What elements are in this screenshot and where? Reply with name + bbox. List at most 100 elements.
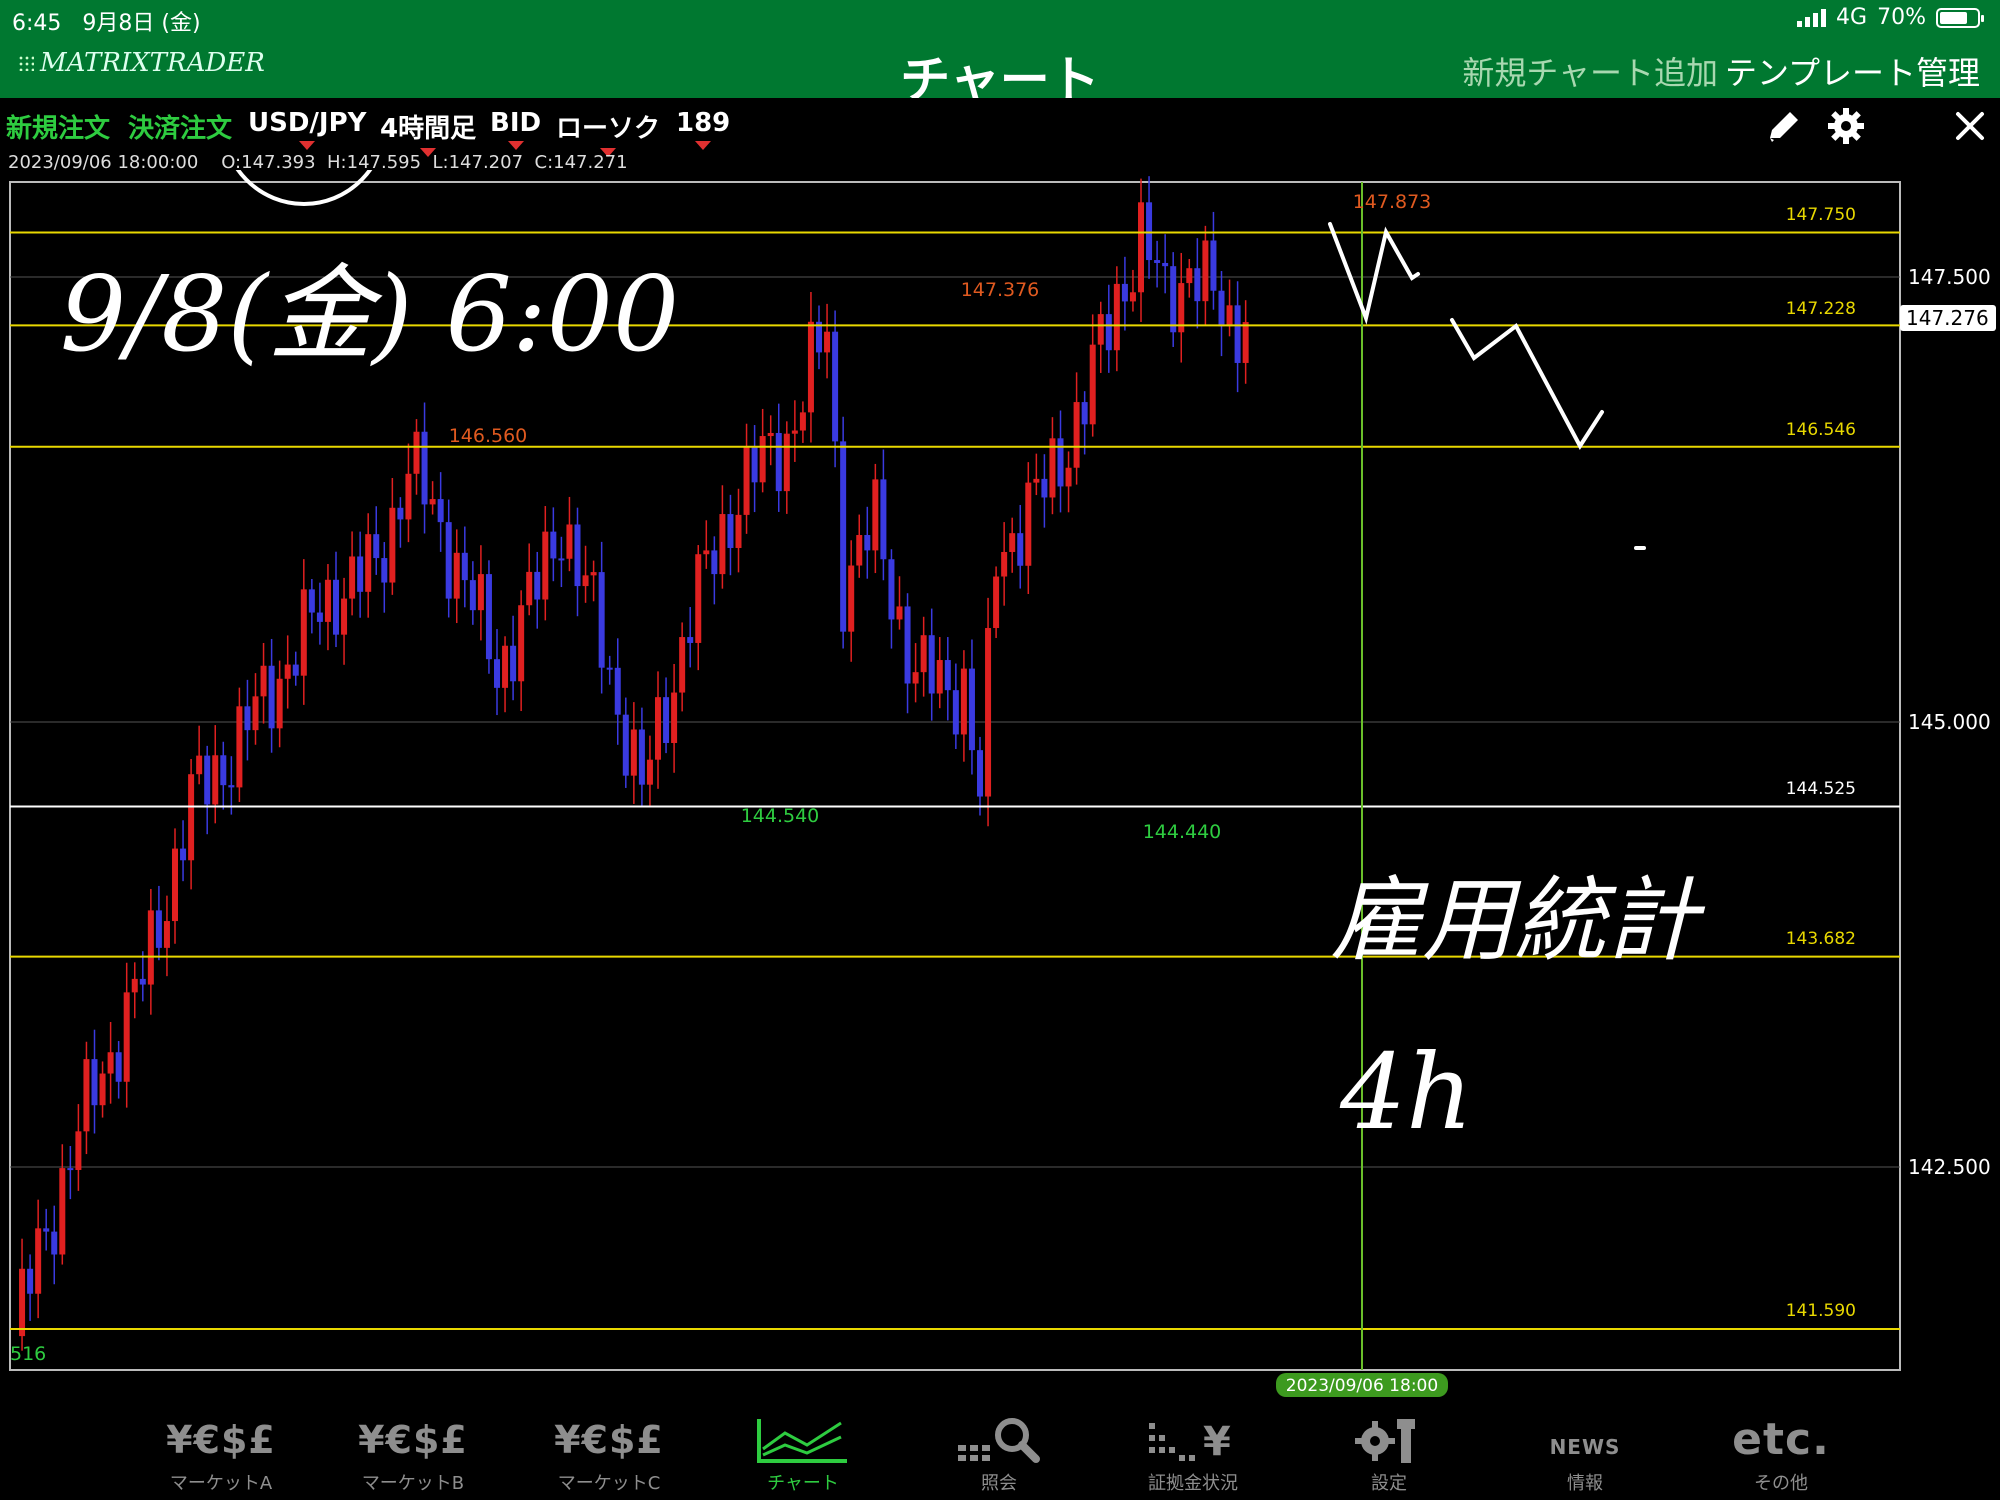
logo-grid-icon (18, 55, 34, 71)
tab-bar: ¥€$£ マーケットA ¥€$£ マーケットB ¥€$£ マーケットC チャート… (0, 1405, 2000, 1500)
logo-text: MATRIXTRADER (40, 48, 265, 78)
candle-body (646, 759, 653, 785)
settle-order-button[interactable]: 決済注文 (128, 108, 232, 145)
search-icon (924, 1415, 1074, 1465)
candle-body (1154, 260, 1161, 263)
trough-label: 144.540 (741, 805, 820, 827)
level-label: 147.228 (1786, 299, 1856, 319)
tab-market-c[interactable]: ¥€$£ マーケットC (534, 1415, 684, 1495)
candle-body (936, 660, 943, 694)
candle-body (1041, 478, 1048, 498)
tab-inquiry[interactable]: 照会 (924, 1415, 1074, 1495)
tab-market-b[interactable]: ¥€$£ マーケットB (338, 1415, 488, 1495)
pair-selector[interactable]: USD/JPY (248, 108, 367, 150)
tab-chart[interactable]: チャート (728, 1415, 878, 1495)
tab-margin-status[interactable]: ¥ 証拠金状況 (1118, 1415, 1268, 1495)
chart-type-selector[interactable]: ローソク (556, 108, 661, 157)
candle-body (598, 572, 605, 668)
tab-settings[interactable]: 設定 (1314, 1415, 1464, 1495)
candle-body (220, 755, 227, 786)
level-label: 143.682 (1786, 929, 1856, 949)
level-label: 146.546 (1786, 420, 1856, 440)
candle-body (163, 921, 170, 948)
candle-body (928, 635, 935, 694)
candle-body (349, 556, 356, 599)
handwritten-timeframe: 4h (1339, 1031, 1473, 1153)
candle-body (904, 606, 911, 684)
candle-body (719, 514, 726, 575)
currency-icon: ¥€$£ (554, 1418, 664, 1462)
crosshair-time-label: 2023/09/06 18:00 (1286, 1376, 1438, 1396)
pair-label: USD/JPY (248, 108, 367, 138)
candle-body (413, 431, 420, 474)
candle-body (1129, 292, 1136, 302)
candle-body (445, 522, 452, 599)
nav-bar: MATRIXTRADER チャート 新規チャート追加 テンプレート管理 (0, 38, 2000, 109)
candle-body (99, 1073, 106, 1106)
candle-body (679, 637, 686, 693)
candle-body (622, 714, 629, 776)
candle-body (43, 1228, 50, 1232)
candle-body (687, 637, 694, 643)
candle-body (960, 668, 967, 735)
candle-body (542, 531, 549, 600)
settings-icon (1314, 1415, 1464, 1465)
gear-icon[interactable] (1824, 104, 1868, 148)
candle-body (767, 432, 774, 437)
candle-body (1105, 314, 1112, 351)
candle-body (775, 432, 782, 492)
candle-body (1097, 314, 1104, 345)
template-manage-button[interactable]: テンプレート管理 (1725, 48, 1980, 94)
candle-body (252, 696, 259, 731)
more-icon: etc. (1732, 1414, 1830, 1465)
candle-body (791, 430, 798, 434)
app-logo: MATRIXTRADER (18, 48, 265, 78)
y-tick-label: 147.500 (1908, 265, 1991, 289)
candle-body (703, 550, 710, 555)
tab-market-a[interactable]: ¥€$£ マーケットA (146, 1415, 296, 1495)
tab-label: 情報 (1567, 1473, 1603, 1494)
dropdown-arrow-icon (507, 141, 524, 150)
handwritten-date: 9/8(金) 6:00 (60, 253, 679, 375)
candle-body (606, 667, 613, 670)
signal-icon (1797, 8, 1827, 27)
chart-type-label: ローソク (556, 114, 661, 144)
add-chart-button[interactable]: 新規チャート追加 (1462, 48, 1718, 94)
candle-body (27, 1268, 34, 1294)
svg-text:¥: ¥ (1203, 1419, 1232, 1465)
candle-body (526, 571, 533, 606)
candle-body (494, 659, 500, 688)
candle-body (341, 598, 348, 635)
candle-body (550, 531, 557, 559)
candle-body (510, 645, 517, 682)
candle-body (751, 447, 758, 483)
tab-news[interactable]: NEWS 情報 (1510, 1415, 1660, 1495)
candle-body (333, 579, 339, 635)
candle-body (590, 572, 597, 576)
candle-body (59, 1168, 66, 1255)
candle-body (35, 1228, 42, 1294)
trough-label: 144.440 (1143, 821, 1222, 843)
candle-body (131, 978, 138, 993)
candle-body (759, 436, 766, 483)
timeframe-selector[interactable]: 4時間足 (380, 108, 476, 157)
battery-percent: 70% (1877, 5, 1926, 30)
pencil-icon[interactable] (1762, 104, 1806, 148)
candlestick-chart[interactable]: 147.500 145.000 142.500 147.276 147.750 … (0, 170, 2000, 1405)
candle-body (357, 556, 364, 592)
candle-body (1138, 202, 1144, 293)
tab-label: 証拠金状況 (1148, 1473, 1238, 1494)
candle-body (107, 1052, 114, 1074)
candle-body (115, 1052, 122, 1082)
candle-body (807, 321, 814, 413)
candle-body (663, 697, 670, 744)
tab-other[interactable]: etc. その他 (1706, 1415, 1856, 1495)
candle-body (236, 706, 243, 788)
price-type-selector[interactable]: BID (490, 108, 541, 150)
close-icon[interactable] (1948, 104, 1992, 148)
candle-body (461, 552, 468, 581)
candle-body (671, 692, 678, 744)
status-date: 9月8日 (金) (82, 11, 201, 36)
count-selector[interactable]: 189 (676, 108, 730, 150)
new-order-button[interactable]: 新規注文 (6, 108, 110, 145)
